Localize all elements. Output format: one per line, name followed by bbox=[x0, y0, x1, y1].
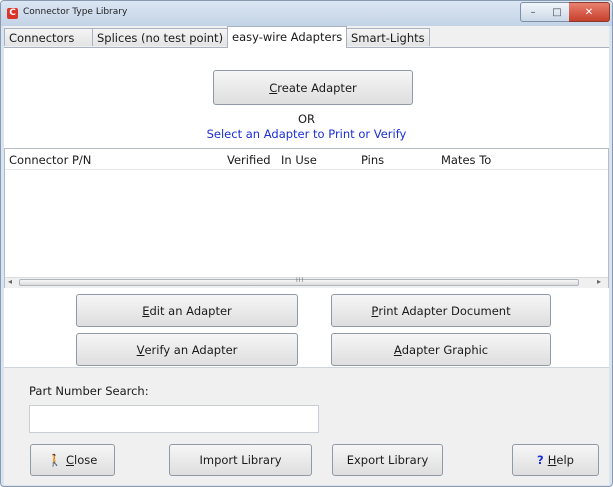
header-divider bbox=[5, 169, 608, 170]
graphic-label: dapter Graphic bbox=[401, 342, 489, 357]
tab-splices[interactable]: Splices (no test point) bbox=[92, 28, 228, 46]
verify-adapter-button[interactable]: Verify an Adapter bbox=[76, 333, 298, 366]
help-icon: ? bbox=[537, 453, 544, 467]
graphic-mnemonic: A bbox=[393, 342, 402, 357]
close-window-button[interactable]: ✕ bbox=[569, 2, 610, 22]
bottom-panel: Part Number Search: 🚶 Close Import Librar… bbox=[4, 367, 609, 485]
horizontal-scrollbar[interactable]: ◂ III ▸ bbox=[5, 277, 608, 288]
column-header-in-use[interactable]: In Use bbox=[281, 153, 317, 167]
import-label: Import Library bbox=[199, 453, 282, 467]
tab-smart-lights[interactable]: Smart-Lights bbox=[346, 28, 430, 46]
part-number-search-label: Part Number Search: bbox=[29, 384, 149, 398]
column-header-verified[interactable]: Verified bbox=[227, 153, 271, 167]
column-header-mates-to[interactable]: Mates To bbox=[441, 153, 491, 167]
create-adapter-button[interactable]: Create Adapter bbox=[213, 70, 413, 105]
window-title: Connector Type Library bbox=[23, 7, 128, 17]
app-icon: C bbox=[7, 8, 18, 19]
adapter-list[interactable]: Connector P/N Verified In Use Pins Mates… bbox=[4, 148, 609, 288]
export-label: Export Library bbox=[346, 453, 429, 467]
help-mnemonic: H bbox=[547, 453, 557, 467]
edit-adapter-button[interactable]: Edit an Adapter bbox=[76, 294, 298, 327]
close-label: lose bbox=[74, 453, 98, 467]
scroll-thumb[interactable]: III bbox=[19, 277, 579, 286]
select-prompt: Select an Adapter to Print or Verify bbox=[206, 127, 407, 141]
create-label: reate Adapter bbox=[277, 80, 357, 95]
title-bar[interactable]: C Connector Type Library – □ ✕ bbox=[1, 1, 612, 26]
edit-label: dit an Adapter bbox=[149, 303, 232, 318]
figure-icon: 🚶 bbox=[47, 453, 62, 467]
adapter-graphic-button[interactable]: Adapter Graphic bbox=[331, 333, 551, 366]
tab-strip: Connectors Splices (no test point) easy-… bbox=[4, 26, 609, 48]
verify-mnemonic: V bbox=[136, 342, 145, 357]
edit-mnemonic: E bbox=[142, 303, 150, 318]
column-header-pins[interactable]: Pins bbox=[361, 153, 384, 167]
create-mnemonic: C bbox=[269, 80, 278, 95]
column-header-connector-pn[interactable]: Connector P/N bbox=[9, 153, 91, 167]
tab-connectors[interactable]: Connectors bbox=[4, 28, 93, 46]
connector-type-library-window: C Connector Type Library – □ ✕ Connector… bbox=[0, 0, 613, 487]
help-button[interactable]: ? Help bbox=[512, 444, 599, 476]
import-library-button[interactable]: Import Library bbox=[169, 444, 312, 476]
scroll-grip-icon: III bbox=[296, 277, 305, 284]
close-button[interactable]: 🚶 Close bbox=[30, 444, 115, 476]
scroll-right-icon[interactable]: ▸ bbox=[597, 277, 601, 286]
maximize-button[interactable]: □ bbox=[545, 2, 570, 22]
print-mnemonic: P bbox=[371, 303, 379, 318]
or-text: OR bbox=[297, 112, 316, 126]
print-label: rint Adapter Document bbox=[378, 303, 511, 318]
print-adapter-document-button[interactable]: Print Adapter Document bbox=[331, 294, 551, 327]
scroll-left-icon[interactable]: ◂ bbox=[8, 277, 12, 286]
close-mnemonic: C bbox=[65, 453, 75, 467]
minimize-button[interactable]: – bbox=[520, 2, 546, 22]
verify-label: erify an Adapter bbox=[144, 342, 238, 357]
export-library-button[interactable]: Export Library bbox=[332, 444, 443, 476]
part-number-search-input[interactable] bbox=[29, 405, 319, 433]
tab-easy-wire-adapters[interactable]: easy-wire Adapters bbox=[227, 26, 347, 48]
dialog-client-area: Connectors Splices (no test point) easy-… bbox=[4, 26, 609, 485]
help-label: elp bbox=[556, 453, 574, 467]
